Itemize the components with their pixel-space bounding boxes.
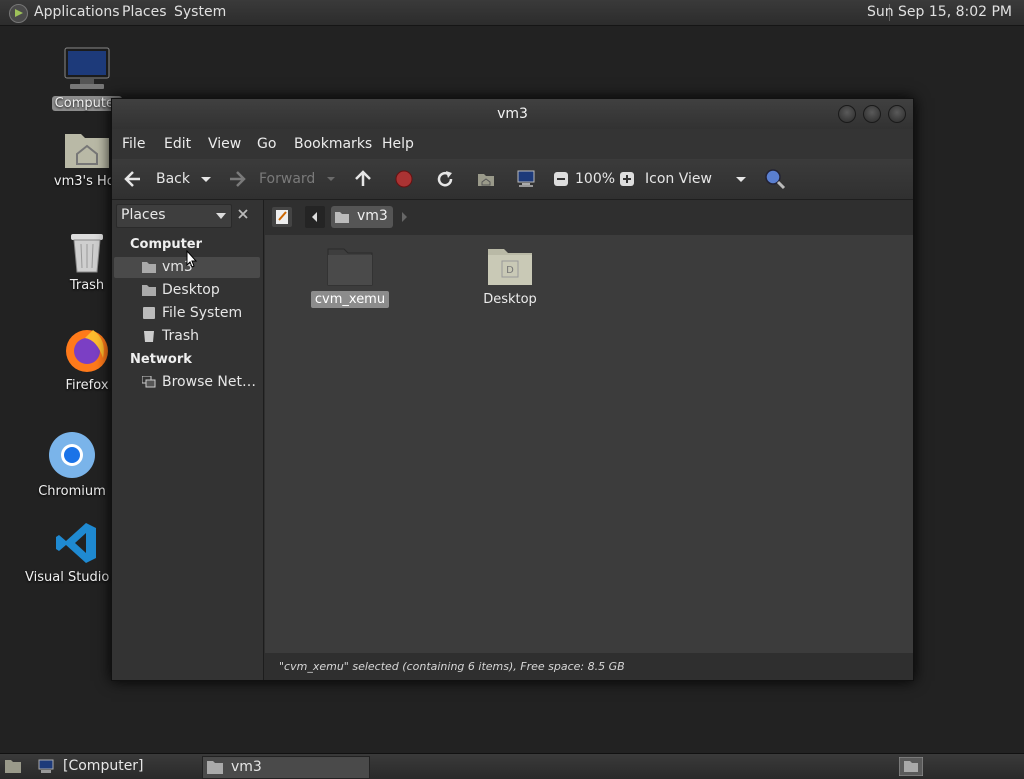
up-arrow-icon[interactable] xyxy=(354,170,372,188)
menu-edit[interactable]: Edit xyxy=(164,129,191,159)
sidebar-item-label: Browse Net… xyxy=(162,374,257,390)
maximize-button[interactable] xyxy=(863,105,881,123)
applications-logo-icon[interactable] xyxy=(9,4,28,23)
folder-icon xyxy=(327,248,373,286)
home-icon[interactable] xyxy=(477,170,495,188)
show-desktop-icon[interactable] xyxy=(4,758,22,774)
zoom-level[interactable]: 100% xyxy=(575,159,615,199)
path-left-arrow-icon[interactable] xyxy=(305,206,325,228)
zoom-in-icon[interactable] xyxy=(618,170,636,188)
chevron-down-icon xyxy=(216,213,226,219)
clock[interactable]: Sun Sep 15, 8:02 PM xyxy=(867,0,1012,25)
taskbar-item-label: [Computer] xyxy=(63,758,144,774)
file-item-label: Desktop xyxy=(483,292,537,307)
stop-icon[interactable] xyxy=(395,170,413,188)
view-mode-select[interactable]: Icon View xyxy=(645,159,712,199)
taskbar: [Computer] vm3 xyxy=(0,753,1024,779)
sidebar-item-browse-network[interactable]: Browse Net… xyxy=(114,372,260,393)
menu-places[interactable]: Places xyxy=(122,0,167,25)
desktop-label-chromium: Chromium xyxy=(38,484,106,499)
window-title: vm3 xyxy=(497,106,528,122)
sidebar: Places Computer vm3 Desktop File System … xyxy=(112,200,264,680)
menu-view[interactable]: View xyxy=(208,129,241,159)
home-folder-icon xyxy=(65,134,109,168)
desktop-icon-chromium[interactable]: Chromium xyxy=(22,430,122,499)
toolbar: Back Forward 100% Icon View xyxy=(112,159,913,200)
zoom-out-icon[interactable] xyxy=(552,170,570,188)
view-mode-chevron-icon[interactable] xyxy=(732,170,750,188)
file-item-desktop[interactable]: D Desktop xyxy=(465,243,555,308)
computer-icon xyxy=(64,47,110,89)
trash-icon xyxy=(71,234,103,273)
vscode-icon xyxy=(56,523,96,563)
close-sidebar-icon[interactable] xyxy=(237,208,249,220)
path-segment-vm3[interactable]: vm3 xyxy=(331,206,393,228)
back-history-chevron-icon[interactable] xyxy=(197,170,215,188)
top-panel: Applications Places System Sun Sep 15, 8… xyxy=(0,0,1024,26)
home-folder-icon xyxy=(207,761,223,774)
file-manager-window: vm3 File Edit View Go Bookmarks Help Bac… xyxy=(111,98,914,681)
taskbar-item-vm3[interactable]: vm3 xyxy=(202,756,370,779)
sidebar-item-label: Desktop xyxy=(162,282,220,298)
sidebar-item-desktop[interactable]: Desktop xyxy=(114,280,260,301)
back-arrow-icon[interactable] xyxy=(124,170,142,188)
firefox-icon xyxy=(66,330,108,372)
sidebar-item-label: File System xyxy=(162,305,243,321)
trash-icon xyxy=(144,331,154,342)
computer-icon[interactable] xyxy=(517,170,535,188)
taskbar-item-computer[interactable]: [Computer] xyxy=(34,756,194,777)
menu-applications[interactable]: Applications xyxy=(34,0,120,25)
forward-history-chevron-icon xyxy=(327,177,335,181)
desktop-label-trash: Trash xyxy=(69,278,105,293)
menubar: File Edit View Go Bookmarks Help xyxy=(112,129,913,159)
menu-bookmarks[interactable]: Bookmarks xyxy=(294,129,372,159)
status-bar: "cvm_xemu" selected (containing 6 items)… xyxy=(265,654,913,679)
desktop-folder-icon: D xyxy=(488,249,532,285)
sidebar-item-file-system[interactable]: File System xyxy=(114,303,260,324)
path-segment-label: vm3 xyxy=(357,208,388,224)
path-bar: vm3 xyxy=(265,200,913,234)
sidebar-item-label: Trash xyxy=(162,328,199,344)
menu-system[interactable]: System xyxy=(174,0,226,25)
sidebar-type-label: Places xyxy=(121,207,166,223)
menu-go[interactable]: Go xyxy=(257,129,276,159)
minimize-button[interactable] xyxy=(838,105,856,123)
file-item-cvm-xemu[interactable]: cvm_xemu xyxy=(305,243,395,308)
file-view[interactable]: cvm_xemu D Desktop xyxy=(265,235,913,653)
taskbar-item-label: vm3 xyxy=(231,759,262,775)
mouse-pointer-icon xyxy=(186,250,198,268)
search-icon[interactable] xyxy=(764,168,786,190)
network-icon xyxy=(142,376,156,388)
sidebar-type-select[interactable]: Places xyxy=(116,204,232,228)
file-item-label: cvm_xemu xyxy=(310,291,390,308)
path-right-arrow-icon[interactable] xyxy=(399,210,409,224)
status-text: "cvm_xemu" selected (containing 6 items)… xyxy=(279,660,625,673)
menu-help[interactable]: Help xyxy=(382,129,414,159)
desktop-label-firefox: Firefox xyxy=(65,378,109,393)
sidebar-item-trash[interactable]: Trash xyxy=(114,326,260,347)
close-button[interactable] xyxy=(888,105,906,123)
home-folder-icon xyxy=(335,212,349,223)
menu-file[interactable]: File xyxy=(122,129,145,159)
computer-icon xyxy=(38,759,54,773)
svg-text:D: D xyxy=(506,265,514,276)
toggle-location-entry-icon[interactable] xyxy=(271,206,293,228)
chromium-icon xyxy=(49,432,95,478)
forward-button[interactable]: Forward xyxy=(259,159,315,199)
window-titlebar[interactable]: vm3 xyxy=(112,99,913,129)
desktop-folder-icon xyxy=(142,285,156,296)
back-button[interactable]: Back xyxy=(156,159,190,199)
home-folder-icon xyxy=(142,262,156,273)
reload-icon[interactable] xyxy=(436,170,454,188)
sidebar-heading-network: Network xyxy=(130,352,192,367)
workspace-switcher-icon[interactable] xyxy=(899,757,923,776)
drive-icon xyxy=(143,307,155,319)
forward-arrow-icon xyxy=(230,171,246,187)
